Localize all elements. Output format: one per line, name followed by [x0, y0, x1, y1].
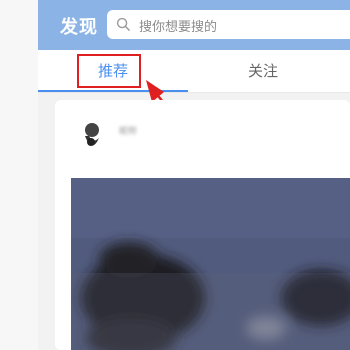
search-input[interactable]: 搜你想要搜的	[107, 10, 350, 39]
search-placeholder: 搜你想要搜的	[139, 20, 218, 35]
post-card[interactable]: 昵称	[55, 100, 350, 350]
highlight-box	[77, 54, 141, 88]
left-gutter	[0, 0, 38, 350]
active-tab-indicator	[38, 90, 188, 92]
top-header-bar: 发现 搜你想要搜的	[38, 0, 350, 50]
post-image[interactable]	[71, 178, 350, 350]
author-name[interactable]: 昵称	[119, 124, 137, 137]
avatar[interactable]	[81, 120, 103, 154]
blurred-photo	[71, 178, 350, 350]
search-icon	[116, 17, 130, 31]
tab-follow[interactable]: 关注	[188, 50, 338, 92]
page-title: 发现	[60, 17, 98, 38]
